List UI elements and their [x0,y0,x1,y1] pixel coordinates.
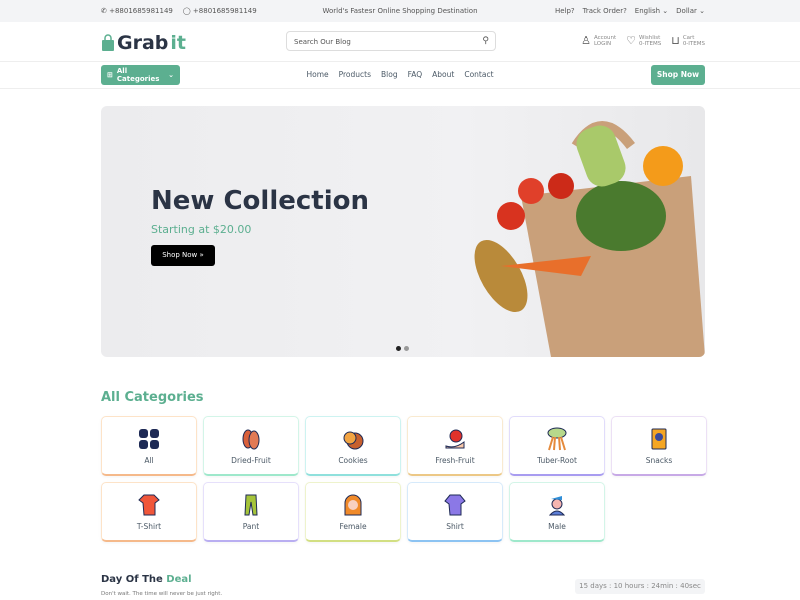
category-label: T-Shirt [136,522,162,531]
pants-icon [244,494,258,516]
search-input[interactable]: Search Our Blog ⚲ [286,31,496,51]
shirt-icon [444,494,466,516]
search-icon[interactable]: ⚲ [482,36,489,46]
track-order-link[interactable]: Track Order? [583,7,627,15]
category-card-t-shirt[interactable]: T-Shirt [101,482,197,542]
male-icon [548,496,566,516]
bag-icon: ⊔ [671,34,680,47]
grid-icon [139,429,159,449]
category-label: Dried-Fruit [231,456,271,465]
account-button[interactable]: ♙ Account LOGIN [581,34,616,47]
language-select[interactable]: English ⌄ [635,7,668,15]
category-label: Cookies [338,456,368,465]
main-nav: ⊞ All Categories ⌄ Home Products Blog FAQ … [0,62,800,89]
deal-title: Day Of The Deal [101,574,192,585]
help-link[interactable]: Help? [555,7,575,15]
grocery-bag-image [474,121,705,357]
account-label: Account [593,34,617,41]
hero-shop-now-button[interactable]: Shop Now » [151,245,215,266]
category-card-dried-fruit[interactable]: Dried-Fruit [203,416,299,476]
nav-blog[interactable]: Blog [381,70,398,79]
currency-value: Dollar [676,7,697,15]
category-card-tuber-root[interactable]: Tuber-Root [509,416,605,476]
category-card-male[interactable]: Male [509,482,605,542]
category-card-cookies[interactable]: Cookies [305,416,401,476]
almond-icon [242,429,260,450]
deal-subtitle: Don't wait. The time will never be just … [101,591,223,597]
logo[interactable]: Grab it [101,32,186,54]
category-card-all[interactable]: All [101,416,197,476]
category-label: All [144,456,154,465]
slider-dot[interactable] [396,346,401,351]
category-card-snacks[interactable]: Snacks [611,416,707,476]
nav-contact[interactable]: Contact [464,70,493,79]
nav-products[interactable]: Products [339,70,371,79]
deal-title-accent: Deal [166,574,192,585]
logo-text: Grab [117,32,169,54]
nav-home[interactable]: Home [306,70,328,79]
slider-dot[interactable] [404,346,409,351]
category-label: Fresh-Fruit [435,456,475,465]
female-icon [344,494,362,516]
wishlist-label: Wishlist [639,34,661,41]
currency-select[interactable]: Dollar ⌄ [676,7,705,15]
category-label: Pant [242,522,260,531]
root-icon [547,427,567,451]
category-card-female[interactable]: Female [305,482,401,542]
category-label: Tuber-Root [537,456,577,465]
category-card-shirt[interactable]: Shirt [407,482,503,542]
deal-title-prefix: Day Of The [101,574,167,585]
heart-icon: ♡ [626,34,637,47]
category-card-fresh-fruit[interactable]: Fresh-Fruit [407,416,503,476]
category-label: Female [339,522,367,531]
wishlist-count: 0-ITEMS [639,40,662,47]
cart-count: 0-ITEMS [682,40,705,47]
category-label: Snacks [645,456,673,465]
nav-faq[interactable]: FAQ [408,70,423,79]
top-bar: ✆ +8801685981149 ◯ +8801685981149 World'… [0,0,800,22]
user-icon: ♙ [581,34,591,47]
nav-about[interactable]: About [432,70,454,79]
deal-countdown: 15 days : 10 hours : 24min : 40sec [575,579,705,594]
cart-button[interactable]: ⊔ Cart 0-ITEMS [671,34,705,47]
cookie-icon [343,431,364,450]
search-placeholder: Search Our Blog [294,38,351,46]
language-value: English [634,7,661,15]
hero-subtitle: Starting at $20.00 [151,223,252,236]
snack-pack-icon [651,428,667,450]
hero-button-label: Shop Now [162,251,198,259]
wishlist-button[interactable]: ♡ Wishlist 0-ITEMS [626,34,661,47]
apple-hand-icon [445,429,465,449]
account-sub: LOGIN [593,40,612,47]
header: Grab it Search Our Blog ⚲ ♙ Account LOGIN ♡… [0,22,800,62]
shopping-bag-icon [102,34,114,51]
tshirt-icon [138,494,160,516]
category-label: Shirt [446,522,464,531]
logo-accent: it [170,32,186,54]
shop-now-button[interactable]: Shop Now [651,65,705,85]
categories-title: All Categories [101,390,204,405]
hero-title: New Collection [151,186,369,216]
category-card-pant[interactable]: Pant [203,482,299,542]
hero-banner: New Collection Starting at $20.00 Shop N… [101,106,705,357]
category-label: Male [548,522,566,531]
